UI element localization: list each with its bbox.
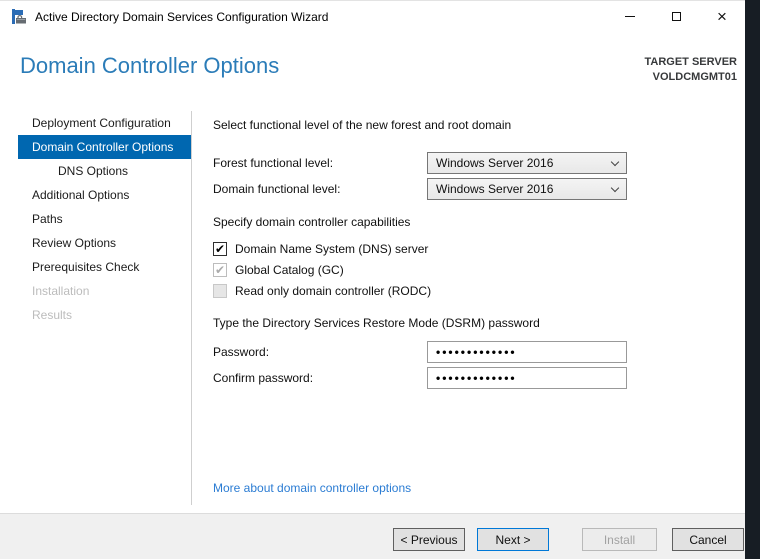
close-icon: × (717, 7, 727, 26)
password-label: Password: (213, 345, 270, 359)
dns-server-checkbox-row: ✔ Domain Name System (DNS) server (213, 241, 428, 257)
cancel-button[interactable]: Cancel (672, 528, 744, 551)
sidebar-item-prerequisites-check[interactable]: Prerequisites Check (18, 255, 191, 279)
close-button[interactable]: × (699, 1, 745, 32)
maximize-icon (671, 12, 681, 21)
domain-functional-level-value: Windows Server 2016 (436, 182, 554, 196)
minimize-button[interactable] (607, 1, 653, 32)
sidebar-item-deployment-configuration[interactable]: Deployment Configuration (18, 111, 191, 135)
global-catalog-checkbox: ✔ (213, 263, 227, 277)
capabilities-heading: Specify domain controller capabilities (213, 215, 411, 229)
sidebar-item-additional-options[interactable]: Additional Options (18, 183, 191, 207)
global-catalog-checkbox-row: ✔ Global Catalog (GC) (213, 262, 344, 278)
server-manager-icon (12, 8, 26, 24)
sidebar-item-paths[interactable]: Paths (18, 207, 191, 231)
functional-level-heading: Select functional level of the new fores… (213, 118, 512, 132)
forest-functional-level-dropdown[interactable]: Windows Server 2016 (427, 152, 627, 174)
password-input[interactable]: ••••••••••••• (427, 341, 627, 363)
sidebar-item-review-options[interactable]: Review Options (18, 231, 191, 255)
target-server-label: TARGET SERVER (644, 56, 738, 68)
dns-server-checkbox-label: Domain Name System (DNS) server (235, 242, 429, 256)
check-icon: ✔ (214, 242, 226, 256)
domain-functional-level-label: Domain functional level: (213, 182, 341, 196)
maximize-button[interactable] (653, 1, 699, 32)
chevron-down-icon (610, 157, 620, 166)
target-server-name: VOLDCMGMT01 (652, 71, 737, 83)
next-button[interactable]: Next > (477, 528, 549, 551)
footer-bar: < Previous Next > Install Cancel (0, 513, 745, 559)
rodc-checkbox-row: Read only domain controller (RODC) (213, 283, 431, 299)
minimize-icon (625, 16, 635, 17)
title-bar: Active Directory Domain Services Configu… (0, 1, 745, 32)
wizard-window: Active Directory Domain Services Configu… (0, 0, 745, 559)
forest-functional-level-label: Forest functional level: (213, 156, 334, 170)
forest-functional-level-value: Windows Server 2016 (436, 156, 554, 170)
target-server-block: TARGET SERVER VOLDCMGMT01 (645, 55, 738, 85)
sidebar-item-dns-options[interactable]: DNS Options (18, 159, 191, 183)
rodc-checkbox-label: Read only domain controller (RODC) (235, 284, 432, 298)
more-about-link[interactable]: More about domain controller options (213, 481, 411, 495)
sidebar-item-domain-controller-options[interactable]: Domain Controller Options (18, 135, 191, 159)
global-catalog-checkbox-label: Global Catalog (GC) (235, 263, 344, 277)
confirm-password-label: Confirm password: (213, 371, 314, 385)
sidebar-item-installation: Installation (32, 284, 90, 298)
chevron-down-icon (610, 183, 620, 192)
wizard-steps-sidebar: Deployment Configuration Domain Controll… (18, 111, 191, 327)
page-title: Domain Controller Options (20, 53, 280, 78)
window-controls: × (607, 1, 745, 32)
dsrm-heading: Type the Directory Services Restore Mode… (213, 316, 540, 330)
confirm-password-input[interactable]: ••••••••••••• (427, 367, 627, 389)
domain-functional-level-dropdown[interactable]: Windows Server 2016 (427, 178, 627, 200)
dns-server-checkbox[interactable]: ✔ (213, 242, 227, 256)
sidebar-item-results: Results (32, 308, 73, 322)
previous-button[interactable]: < Previous (393, 528, 465, 551)
check-icon: ✔ (214, 263, 226, 277)
window-title: Active Directory Domain Services Configu… (35, 9, 329, 24)
sidebar-content-divider (191, 111, 192, 505)
rodc-checkbox (213, 284, 227, 298)
install-button: Install (582, 528, 657, 551)
